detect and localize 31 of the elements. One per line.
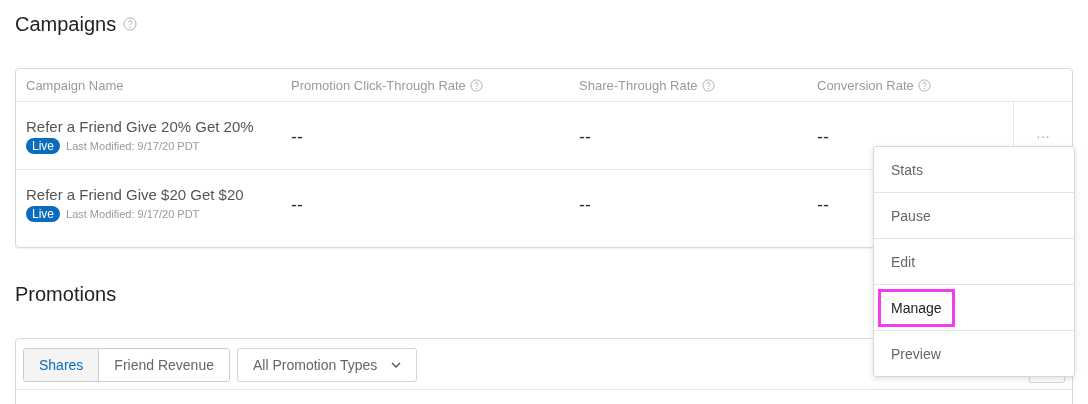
status-badge: Live — [26, 205, 60, 222]
menu-item[interactable]: Preview — [878, 334, 954, 373]
last-modified: Last Modified: 9/17/20 PDT — [66, 139, 200, 152]
table-cell-text: -- — [291, 126, 303, 148]
chevron-down-icon — [391, 362, 402, 368]
help-icon[interactable] — [469, 78, 483, 92]
table-cell-text: -- — [579, 194, 591, 216]
column-header: Share-Through Rate — [579, 77, 698, 93]
menu-item[interactable]: Manage — [878, 288, 955, 327]
campaign-name: Refer a Friend Give $20 Get $20 — [26, 185, 244, 203]
menu-item[interactable]: Edit — [878, 242, 929, 281]
last-modified: Last Modified: 9/17/20 PDT — [66, 207, 200, 220]
section-title: Promotions — [15, 282, 117, 306]
column-header: Conversion Rate — [817, 77, 914, 93]
menu-item[interactable]: Pause — [878, 196, 944, 235]
help-icon[interactable] — [123, 17, 138, 31]
help-icon[interactable] — [701, 78, 715, 92]
table-cell-text: -- — [579, 126, 591, 148]
status-badge: Live — [26, 137, 60, 154]
promotion-type-dropdown[interactable]: All Promotion Types — [237, 348, 418, 382]
table-cell-text: -- — [291, 194, 303, 216]
tab[interactable]: Shares — [24, 349, 99, 381]
section-title: Campaigns — [15, 12, 117, 36]
tab[interactable]: Friend Revenue — [98, 349, 229, 381]
table-cell-text: -- — [817, 194, 829, 216]
table-cell-text: -- — [817, 126, 829, 148]
column-header: Campaign Name — [26, 77, 124, 93]
campaign-name: Refer a Friend Give 20% Get 20% — [26, 117, 254, 135]
menu-item[interactable]: Stats — [878, 150, 936, 189]
help-icon[interactable] — [917, 78, 931, 92]
column-header: Promotion Click-Through Rate — [291, 77, 466, 93]
